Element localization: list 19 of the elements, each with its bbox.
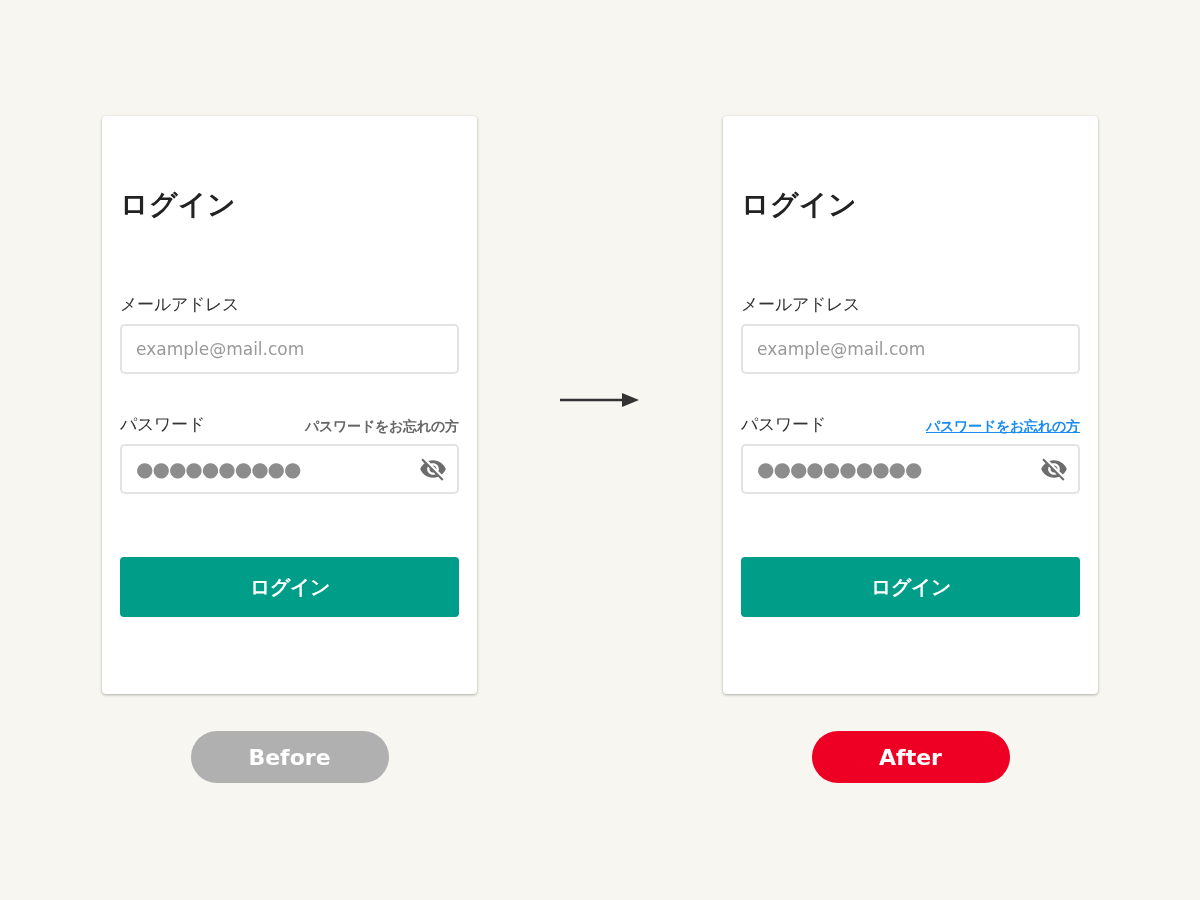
password-label: パスワード: [120, 413, 205, 436]
login-button[interactable]: ログイン: [741, 557, 1080, 617]
password-field[interactable]: ●●●●●●●●●●: [741, 444, 1080, 494]
email-field[interactable]: example@mail.com: [120, 324, 459, 374]
login-title: ログイン: [741, 187, 858, 223]
password-value: ●●●●●●●●●●: [136, 457, 301, 481]
password-label: パスワード: [741, 413, 826, 436]
password-value: ●●●●●●●●●●: [757, 457, 922, 481]
email-label: メールアドレス: [741, 293, 860, 316]
label-pill: After: [811, 731, 1010, 783]
forgot-password-link[interactable]: パスワードをお忘れの方: [305, 418, 459, 436]
right-arrow-icon: [560, 391, 640, 409]
email-label: メールアドレス: [120, 293, 239, 316]
login-button[interactable]: ログイン: [120, 557, 459, 617]
label-pill: Before: [190, 731, 389, 783]
login-title: ログイン: [120, 187, 237, 223]
password-field[interactable]: ●●●●●●●●●●: [120, 444, 459, 494]
email-field[interactable]: example@mail.com: [741, 324, 1080, 374]
forgot-password-link[interactable]: パスワードをお忘れの方: [926, 418, 1080, 436]
